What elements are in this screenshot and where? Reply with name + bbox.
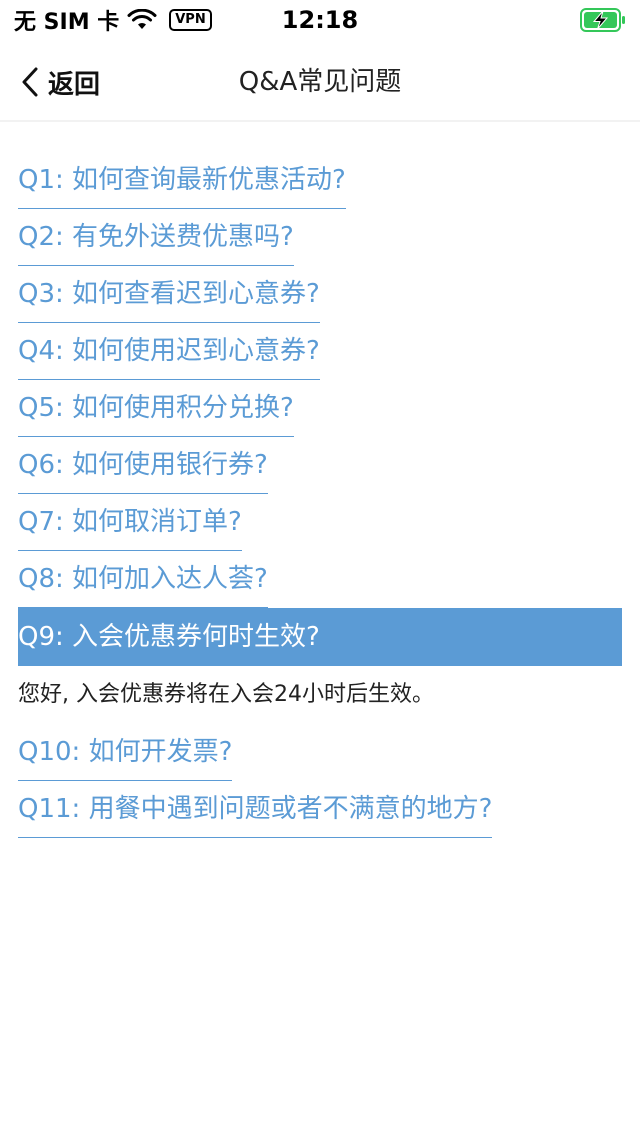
faq-question-q10[interactable]: Q10: 如何开发票? <box>18 724 233 781</box>
faq-item-q5: Q5: 如何使用积分兑换? <box>18 380 622 437</box>
status-time: 12:18 <box>281 6 359 34</box>
faq-question-q3[interactable]: Q3: 如何查看迟到心意券? <box>18 266 320 323</box>
faq-item-q7: Q7: 如何取消订单? <box>18 494 622 551</box>
faq-question-q2[interactable]: Q2: 有免外送费优惠吗? <box>18 209 294 266</box>
faq-answer-q9: 您好, 入会优惠券将在入会24小时后生效。 <box>18 682 434 707</box>
faq-item-q4: Q4: 如何使用迟到心意券? <box>18 323 622 380</box>
faq-item-q1: Q1: 如何查询最新优惠活动? <box>18 152 622 209</box>
faq-question-q8[interactable]: Q8: 如何加入达人荟? <box>18 551 268 608</box>
faq-list: Q1: 如何查询最新优惠活动? Q2: 有免外送费优惠吗? Q3: 如何查看迟到… <box>18 152 622 838</box>
battery-charging-icon <box>580 8 625 32</box>
faq-question-q4[interactable]: Q4: 如何使用迟到心意券? <box>18 323 320 380</box>
faq-question-q7[interactable]: Q7: 如何取消订单? <box>18 494 242 551</box>
faq-item-q9-expanded: Q9: 入会优惠券何时生效? 您好, 入会优惠券将在入会24小时后生效。 <box>18 608 622 724</box>
faq-item-q6: Q6: 如何使用银行券? <box>18 437 622 494</box>
faq-item-q11: Q11: 用餐中遇到问题或者不满意的地方? <box>18 781 622 838</box>
faq-item-q2: Q2: 有免外送费优惠吗? <box>18 209 622 266</box>
page-title: Q&A常见问题 <box>238 67 402 97</box>
faq-item-q3: Q3: 如何查看迟到心意券? <box>18 266 622 323</box>
faq-item-q10: Q10: 如何开发票? <box>18 724 622 781</box>
faq-question-q6[interactable]: Q6: 如何使用银行券? <box>18 437 268 494</box>
faq-question-q1[interactable]: Q1: 如何查询最新优惠活动? <box>18 152 346 209</box>
faq-question-q5[interactable]: Q5: 如何使用积分兑换? <box>18 380 294 437</box>
faq-question-q11[interactable]: Q11: 用餐中遇到问题或者不满意的地方? <box>18 781 493 838</box>
nav-bar: 返回 Q&A常见问题 <box>0 44 640 122</box>
faq-question-q9[interactable]: Q9: 入会优惠券何时生效? <box>18 608 622 666</box>
faq-item-q8: Q8: 如何加入达人荟? <box>18 551 622 608</box>
status-bar: 无 SIM 卡 VPN 12:18 <box>0 0 640 40</box>
